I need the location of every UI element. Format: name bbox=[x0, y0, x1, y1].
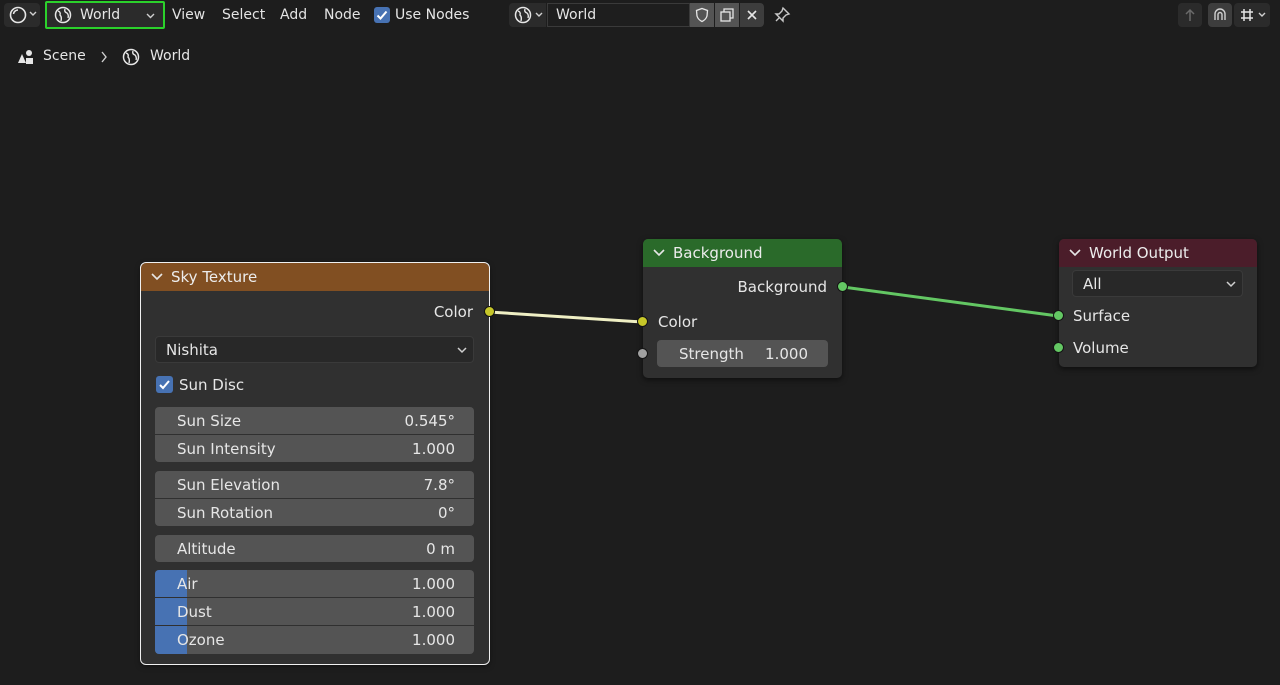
world-output-header[interactable]: World Output bbox=[1059, 239, 1257, 267]
sun-intensity-value: 1.000 bbox=[412, 440, 455, 458]
background-title: Background bbox=[673, 244, 763, 262]
sky-type-dropdown[interactable]: Nishita bbox=[155, 336, 474, 363]
strength-field[interactable]: Strength 1.000 bbox=[657, 340, 828, 367]
sun-disc-checkbox[interactable] bbox=[156, 376, 173, 393]
sun-elevation-value: 7.8° bbox=[423, 476, 455, 494]
chevron-down-icon bbox=[1226, 281, 1236, 288]
sky-color-output-label: Color bbox=[433, 303, 473, 321]
strength-input-socket[interactable] bbox=[637, 348, 648, 359]
sun-size-field[interactable]: Sun Size 0.545° bbox=[155, 407, 474, 434]
surface-input-socket[interactable] bbox=[1053, 310, 1064, 321]
collapse-arrow-icon[interactable] bbox=[151, 273, 163, 281]
sun-intensity-label: Sun Intensity bbox=[177, 440, 276, 458]
background-output-socket[interactable] bbox=[837, 281, 848, 292]
chevron-down-icon bbox=[457, 347, 467, 354]
background-output-label: Background bbox=[737, 278, 828, 296]
sun-elevation-label: Sun Elevation bbox=[177, 476, 280, 494]
volume-input-label: Volume bbox=[1073, 339, 1129, 357]
sky-type-value: Nishita bbox=[166, 341, 218, 359]
link-sky-color-to-background-color bbox=[488, 310, 643, 324]
link-background-to-surface bbox=[842, 285, 1059, 318]
sun-size-value: 0.545° bbox=[404, 412, 455, 430]
strength-label: Strength bbox=[679, 345, 744, 363]
ozone-slider[interactable]: Ozone 1.000 bbox=[155, 626, 474, 654]
collapse-arrow-icon[interactable] bbox=[1069, 249, 1081, 257]
output-target-value: All bbox=[1083, 275, 1102, 293]
sun-size-label: Sun Size bbox=[177, 412, 242, 430]
sky-texture-title: Sky Texture bbox=[171, 268, 258, 286]
dust-label: Dust bbox=[177, 603, 212, 621]
collapse-arrow-icon[interactable] bbox=[653, 249, 665, 257]
sun-rotation-value: 0° bbox=[437, 504, 455, 522]
sun-elevation-field[interactable]: Sun Elevation 7.8° bbox=[155, 471, 474, 498]
altitude-value: 0 m bbox=[426, 540, 455, 558]
background-header[interactable]: Background bbox=[643, 239, 842, 267]
ozone-label: Ozone bbox=[177, 631, 225, 649]
background-node[interactable]: Background Background Color Strength 1.0… bbox=[637, 239, 848, 378]
air-slider[interactable]: Air 1.000 bbox=[155, 570, 474, 597]
sky-texture-header[interactable]: Sky Texture bbox=[141, 263, 489, 291]
strength-value: 1.000 bbox=[765, 345, 808, 363]
surface-input-label: Surface bbox=[1073, 307, 1131, 325]
dust-slider[interactable]: Dust 1.000 bbox=[155, 598, 474, 625]
volume-input-socket[interactable] bbox=[1053, 342, 1064, 353]
altitude-field[interactable]: Altitude 0 m bbox=[155, 535, 474, 562]
sun-disc-label[interactable]: Sun Disc bbox=[179, 376, 244, 394]
sun-rotation-label: Sun Rotation bbox=[177, 504, 274, 522]
world-output-node[interactable]: World Output All Surface Volume bbox=[1053, 239, 1257, 367]
world-output-title: World Output bbox=[1089, 244, 1189, 262]
ozone-value: 1.000 bbox=[412, 631, 455, 649]
background-color-input-socket[interactable] bbox=[637, 316, 648, 327]
air-value: 1.000 bbox=[412, 575, 455, 593]
output-target-dropdown[interactable]: All bbox=[1072, 270, 1243, 297]
sun-rotation-field[interactable]: Sun Rotation 0° bbox=[155, 499, 474, 526]
sun-intensity-field[interactable]: Sun Intensity 1.000 bbox=[155, 435, 474, 462]
air-label: Air bbox=[177, 575, 198, 593]
checkmark-icon bbox=[159, 380, 170, 390]
altitude-label: Altitude bbox=[177, 540, 236, 558]
sky-color-output-socket[interactable] bbox=[484, 306, 495, 317]
dust-value: 1.000 bbox=[412, 603, 455, 621]
background-color-input-label: Color bbox=[658, 313, 698, 331]
sky-texture-node[interactable]: Sky Texture Color Nishita Sun Disc Sun S… bbox=[140, 262, 495, 665]
